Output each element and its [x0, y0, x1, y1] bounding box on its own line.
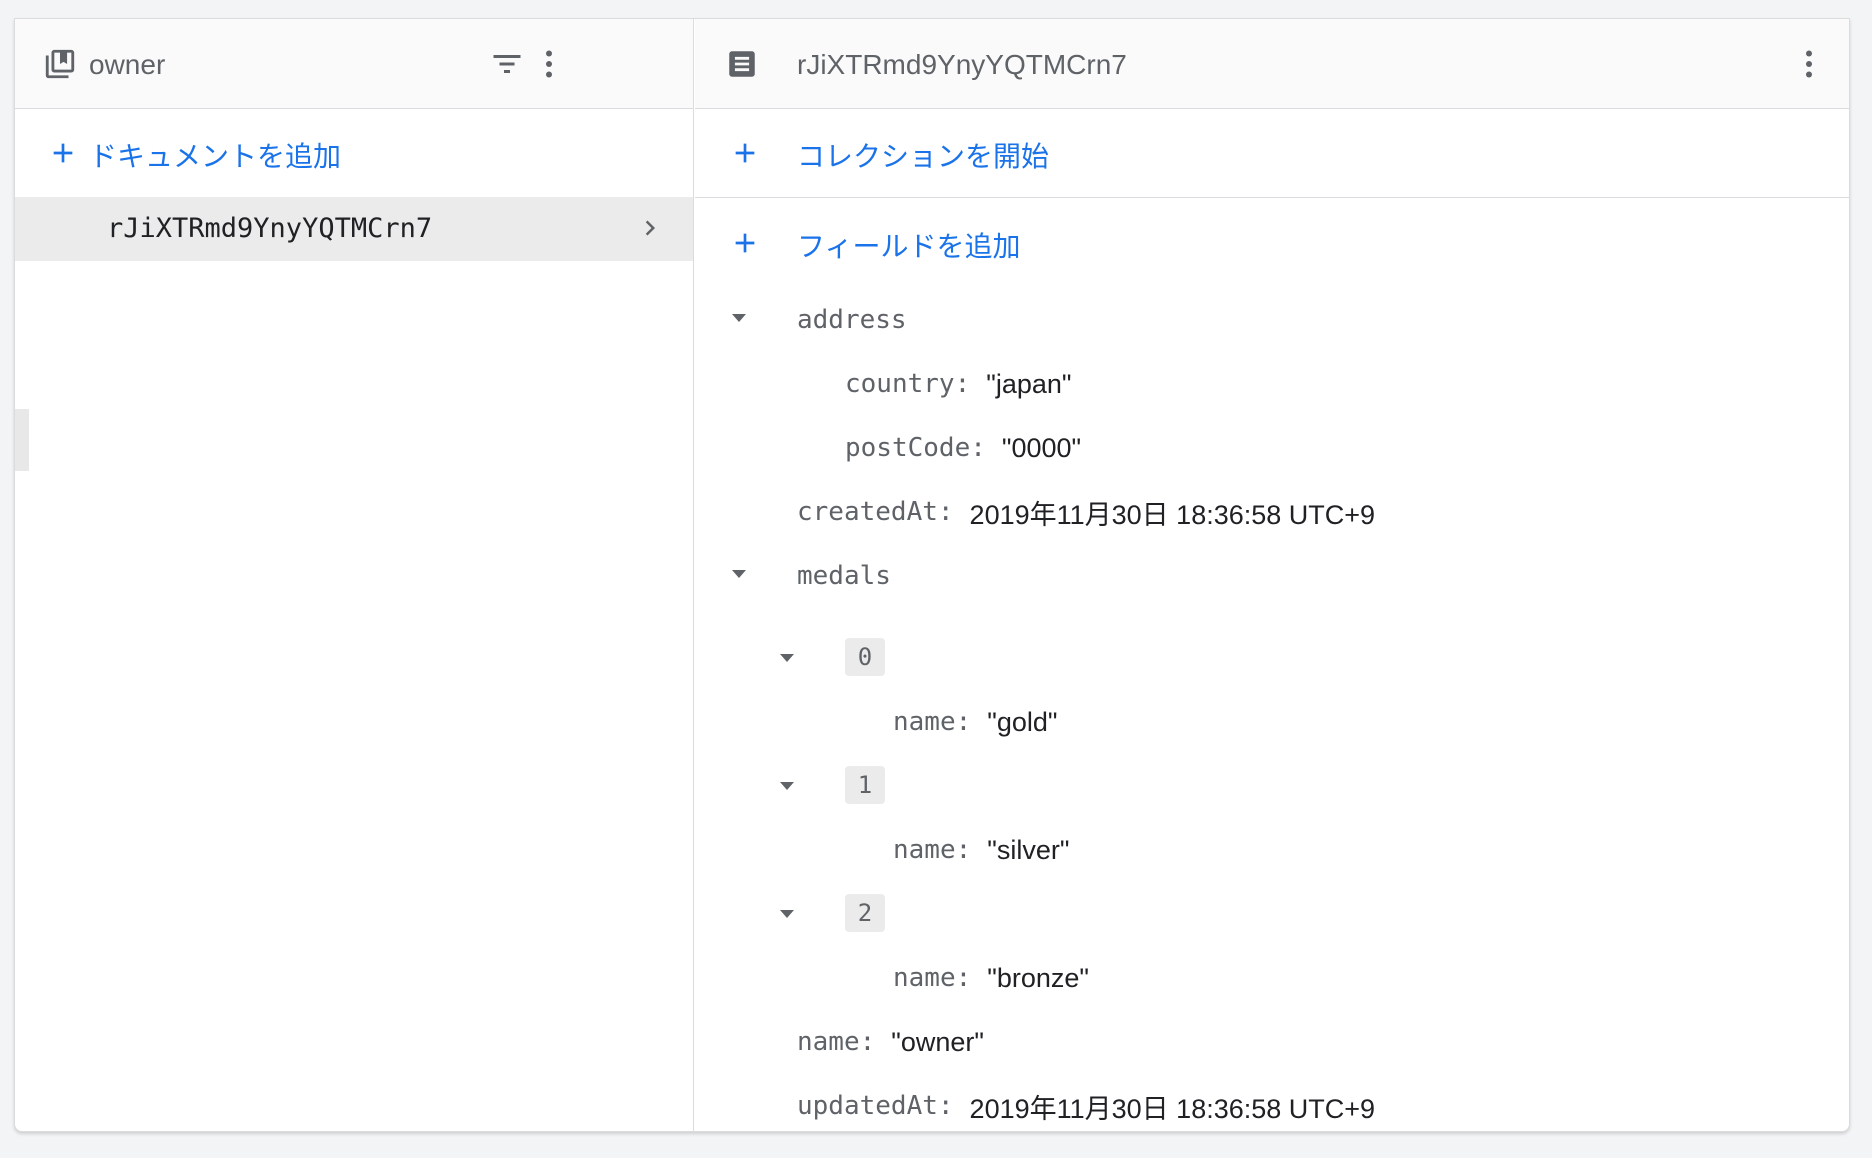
- field-colon: :: [970, 433, 986, 463]
- field-address[interactable]: address: [797, 300, 907, 340]
- field-medal-0-name[interactable]: name: "gold": [893, 702, 1058, 742]
- chevron-right-icon: [645, 220, 655, 236]
- field-value: 2019年11月30日 18:36:58 UTC+9: [969, 499, 1376, 530]
- start-collection-label: コレクションを開始: [797, 141, 1050, 172]
- array-index-badge: 2: [845, 894, 885, 932]
- more-vert-icon: [1806, 50, 1812, 78]
- filter-button[interactable]: [489, 46, 525, 82]
- field-colon: :: [955, 835, 972, 865]
- caret-down-icon[interactable]: [727, 562, 751, 586]
- field-key: name: [797, 1027, 860, 1057]
- caret-down-icon[interactable]: [775, 646, 799, 670]
- field-key: updatedAt: [797, 1091, 938, 1121]
- collection-title: owner: [89, 49, 166, 80]
- field-updatedat[interactable]: updatedAt: 2019年11月30日 18:36:58 UTC+9: [797, 1086, 1375, 1126]
- document-title: rJiXTRmd9YnyYQTMCrn7: [797, 49, 1127, 80]
- array-index-1[interactable]: 1: [845, 765, 885, 805]
- field-colon: :: [955, 963, 972, 993]
- field-key: name: [893, 707, 956, 737]
- array-index-0[interactable]: 0: [845, 637, 885, 677]
- document-header: rJiXTRmd9YnyYQTMCrn7: [695, 19, 1849, 109]
- field-key: name: [893, 963, 956, 993]
- add-document-button[interactable]: ドキュメントを追加: [15, 109, 693, 197]
- field-key: createdAt: [797, 497, 938, 527]
- collection-header: owner: [15, 19, 693, 109]
- collection-more-button[interactable]: [531, 46, 567, 82]
- field-key: medals: [797, 561, 891, 591]
- add-document-label: ドキュメントを追加: [89, 141, 342, 172]
- array-index-2[interactable]: 2: [845, 893, 885, 933]
- field-createdat[interactable]: createdAt: 2019年11月30日 18:36:58 UTC+9: [797, 492, 1375, 532]
- field-value: "gold": [987, 706, 1058, 737]
- plus-icon: [53, 143, 73, 163]
- field-address-postcode[interactable]: postCode: "0000": [845, 428, 1081, 468]
- collection-panel: owner ドキュメントを追加 rJiXTRmd9YnyYQTMCrn7: [15, 19, 694, 1131]
- field-value: "japan": [986, 368, 1072, 399]
- field-colon: :: [937, 1091, 954, 1121]
- array-index-badge: 0: [845, 638, 885, 676]
- plus-icon: [735, 233, 755, 253]
- field-key: address: [797, 305, 907, 335]
- field-address-country[interactable]: country: "japan": [845, 364, 1071, 404]
- caret-down-icon[interactable]: [775, 774, 799, 798]
- filter-icon: [493, 55, 521, 73]
- caret-down-icon[interactable]: [775, 902, 799, 926]
- field-medal-1-name[interactable]: name: "silver": [893, 830, 1069, 870]
- document-id: rJiXTRmd9YnyYQTMCrn7: [107, 213, 433, 244]
- field-colon: :: [954, 369, 971, 399]
- field-medals[interactable]: medals: [797, 556, 891, 596]
- section-divider: [695, 197, 1849, 198]
- add-field-button[interactable]: フィールドを追加: [695, 199, 1849, 287]
- field-key: postCode: [845, 433, 971, 463]
- field-colon: :: [937, 497, 954, 527]
- field-value: "silver": [987, 834, 1070, 865]
- start-collection-button[interactable]: コレクションを開始: [695, 109, 1849, 197]
- document-more-button[interactable]: [1791, 46, 1827, 82]
- firestore-data-viewer: owner ドキュメントを追加 rJiXTRmd9YnyYQTMCrn7 rJi…: [14, 18, 1850, 1132]
- plus-icon: [735, 143, 755, 163]
- field-value: "owner": [891, 1026, 984, 1057]
- field-value: 2019年11月30日 18:36:58 UTC+9: [969, 1093, 1376, 1124]
- field-key: name: [893, 835, 956, 865]
- field-value: "bronze": [987, 962, 1090, 993]
- document-list-item[interactable]: rJiXTRmd9YnyYQTMCrn7: [15, 197, 693, 261]
- field-name[interactable]: name: "owner": [797, 1022, 984, 1062]
- field-key: country: [845, 369, 955, 399]
- add-field-label: フィールドを追加: [797, 231, 1021, 262]
- document-icon: [729, 51, 755, 77]
- field-colon: :: [859, 1027, 876, 1057]
- document-panel: rJiXTRmd9YnyYQTMCrn7 コレクションを開始 フィールドを追加 …: [695, 19, 1849, 1131]
- collection-icon: [45, 49, 75, 79]
- more-vert-icon: [546, 50, 552, 78]
- field-colon: :: [955, 707, 972, 737]
- field-value: "0000": [1001, 432, 1082, 463]
- field-medal-2-name[interactable]: name: "bronze": [893, 958, 1089, 998]
- array-index-badge: 1: [845, 766, 885, 804]
- caret-down-icon[interactable]: [727, 306, 751, 330]
